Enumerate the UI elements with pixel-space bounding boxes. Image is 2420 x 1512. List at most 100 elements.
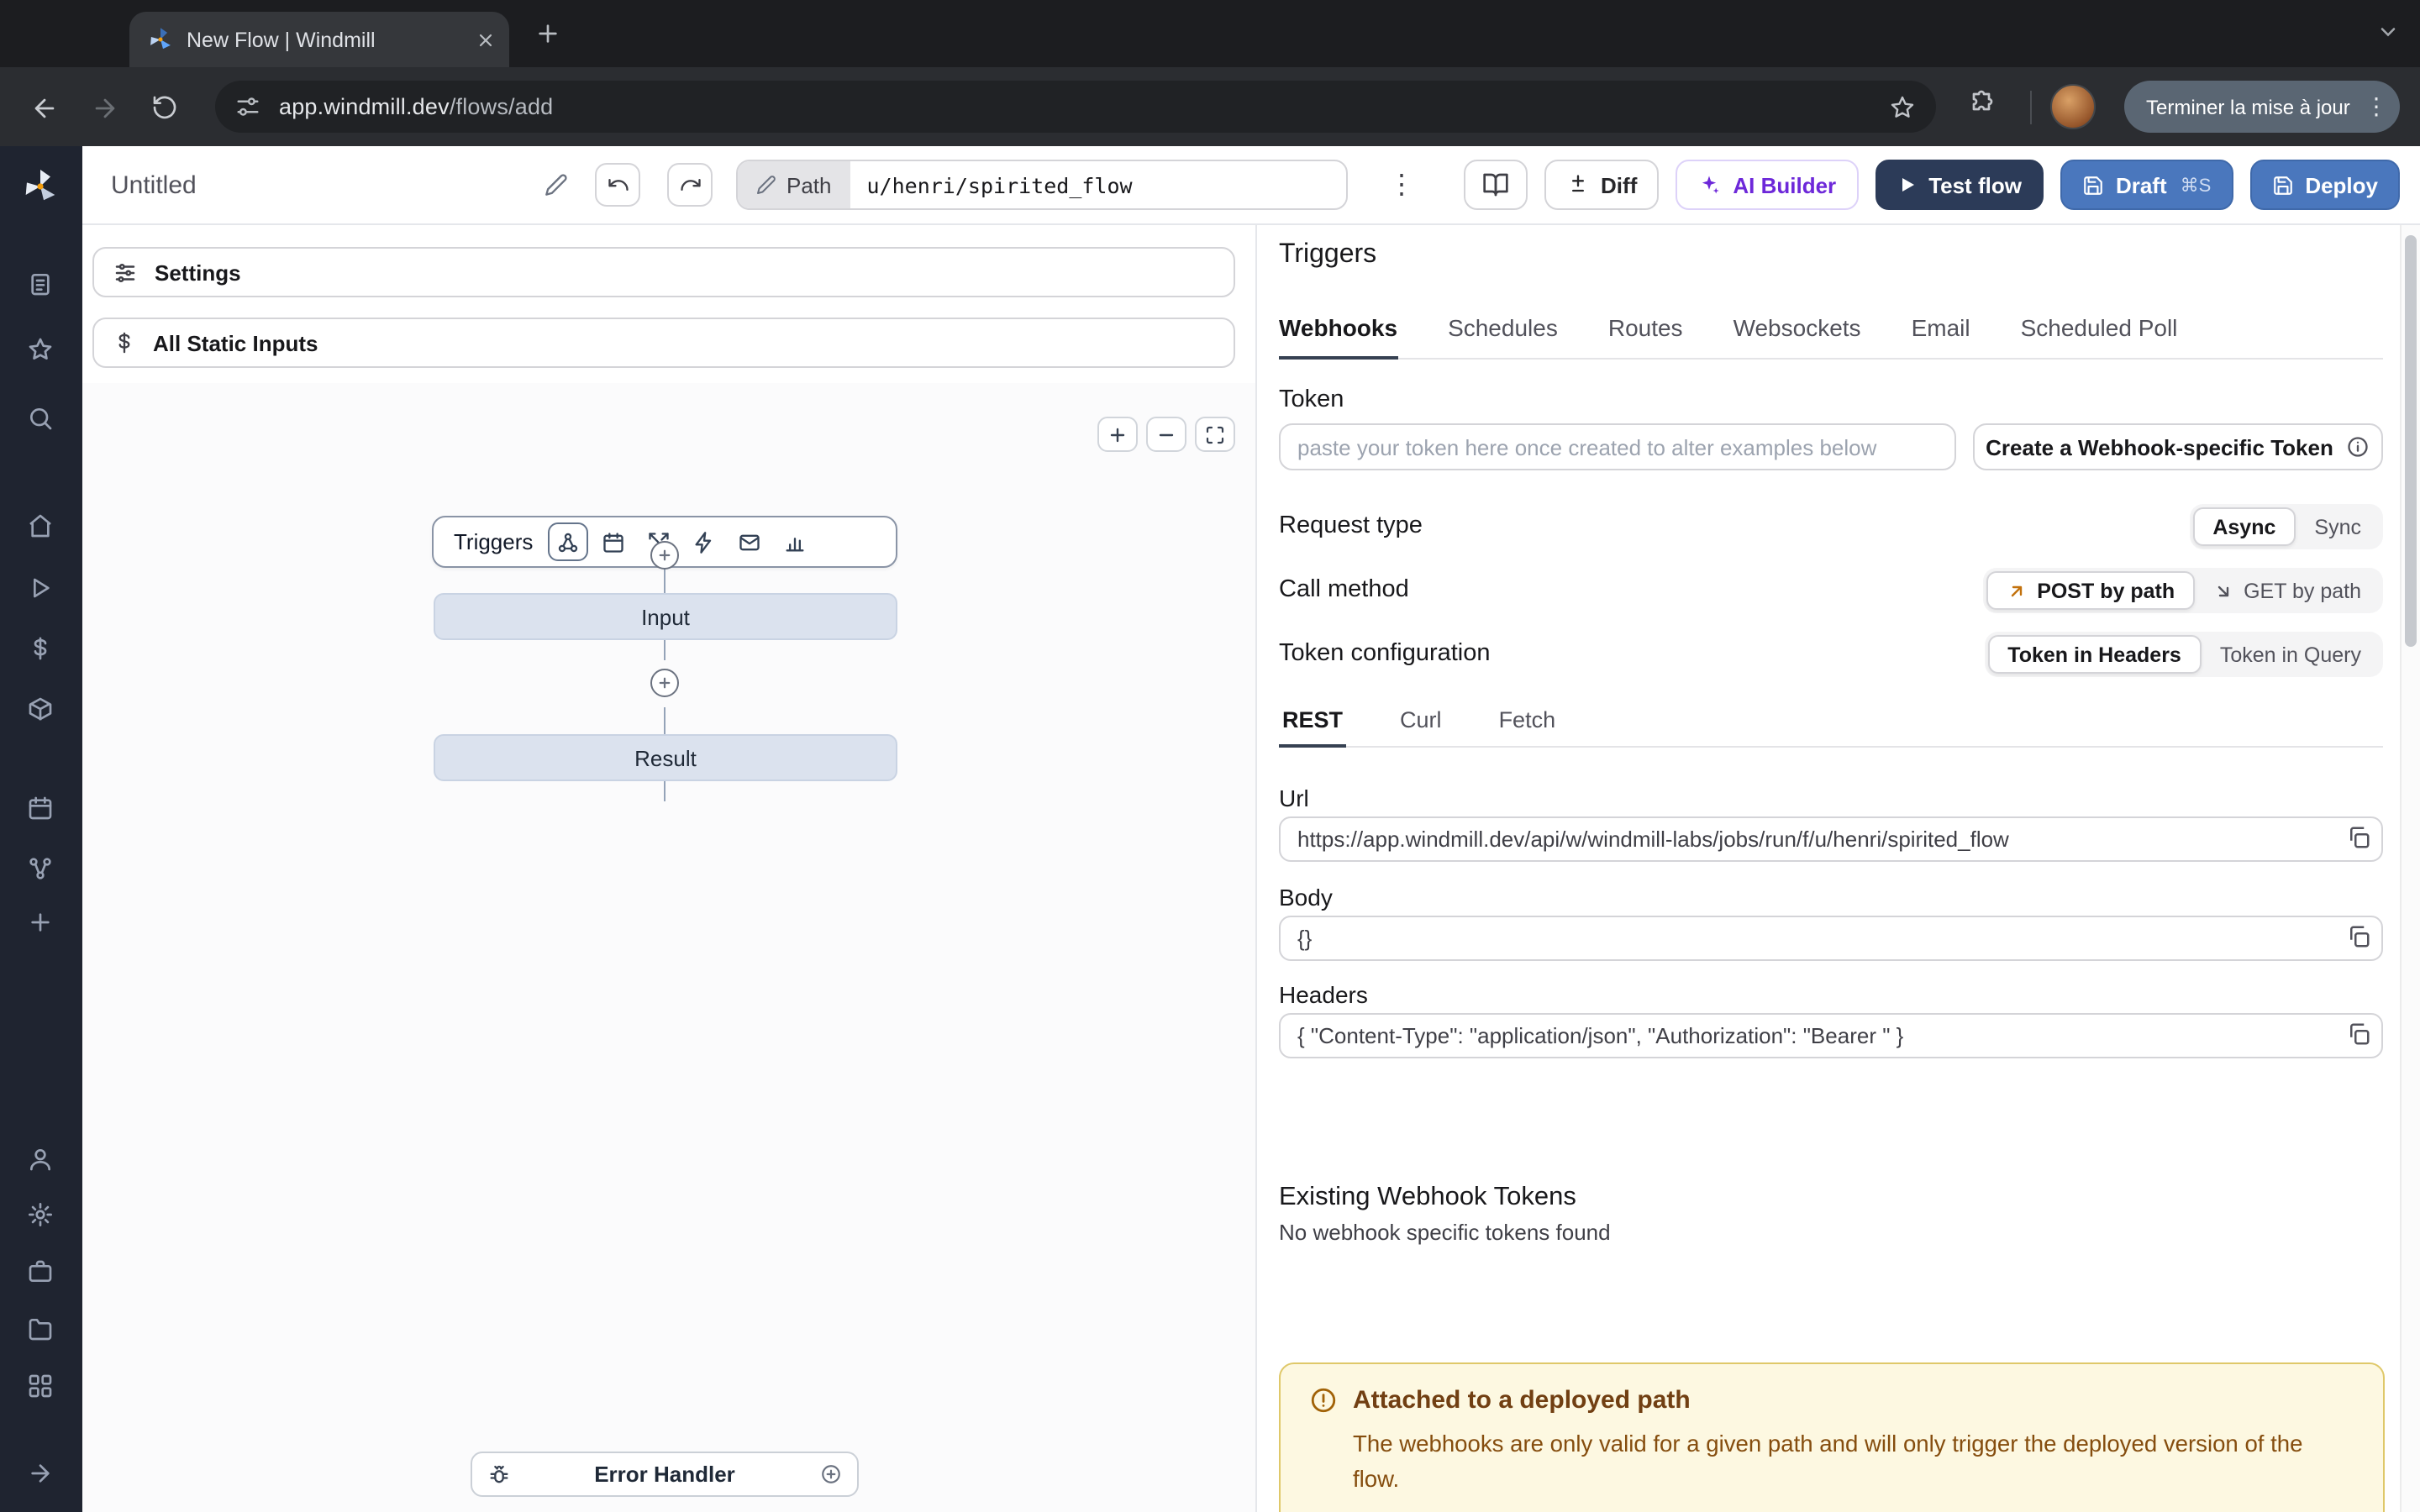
tab-email[interactable]: Email <box>1912 314 1970 360</box>
input-node[interactable]: Input <box>434 593 897 640</box>
deploy-button[interactable]: Deploy <box>2249 160 2400 210</box>
example-code-tabs: REST Curl Fetch <box>1279 704 2383 748</box>
bookmark-star-icon[interactable] <box>1889 93 1916 120</box>
add-step-top-button[interactable] <box>650 541 679 570</box>
test-flow-button[interactable]: Test flow <box>1875 160 2044 210</box>
sidebar-search-icon[interactable] <box>27 405 54 432</box>
body-value-input[interactable] <box>1279 916 2383 961</box>
browser-update-button[interactable]: Terminer la mise à jour ⋮ <box>2124 81 2400 133</box>
tab-schedules[interactable]: Schedules <box>1448 314 1558 360</box>
back-button[interactable] <box>20 84 67 131</box>
path-value[interactable]: u/henri/spirited_flow <box>850 161 1150 208</box>
error-handler-node[interactable]: Error Handler <box>471 1452 859 1497</box>
page-scrollbar[interactable] <box>2400 225 2420 1512</box>
canvas-zoom-controls <box>1097 417 1235 452</box>
browser-tab[interactable]: New Flow | Windmill <box>129 12 509 67</box>
headers-value-input[interactable] <box>1279 1013 2383 1058</box>
websocket-trigger-icon[interactable] <box>684 522 724 561</box>
fit-view-button[interactable] <box>1195 417 1235 452</box>
extensions-puzzle-icon[interactable] <box>1966 89 1996 119</box>
draft-button[interactable]: Draft ⌘S <box>2060 160 2233 210</box>
sidebar-apps-grid-icon[interactable] <box>27 1373 54 1399</box>
tab-close-icon[interactable] <box>476 29 496 50</box>
token-input[interactable] <box>1279 423 1956 470</box>
token-in-headers-option[interactable]: Token in Headers <box>1987 635 2202 674</box>
copy-url-icon[interactable] <box>2346 825 2371 850</box>
windmill-logo[interactable] <box>20 166 60 207</box>
create-token-button[interactable]: Create a Webhook-specific Token <box>1973 423 2383 470</box>
save-draft-icon <box>2082 174 2104 196</box>
result-node[interactable]: Result <box>434 734 897 781</box>
path-field[interactable]: Path u/henri/spirited_flow <box>736 160 1348 210</box>
zoom-in-button[interactable] <box>1097 417 1138 452</box>
tab-curl[interactable]: Curl <box>1397 707 1445 748</box>
sidebar-workers-icon[interactable] <box>27 1258 54 1285</box>
settings-accordion[interactable]: Settings <box>92 247 1235 297</box>
schedule-trigger-icon[interactable] <box>593 522 634 561</box>
sidebar-schedules-icon[interactable] <box>27 795 54 822</box>
ai-builder-button[interactable]: AI Builder <box>1676 160 1858 210</box>
forward-button[interactable] <box>81 84 128 131</box>
site-settings-icon[interactable] <box>235 94 260 119</box>
add-error-handler-button[interactable] <box>820 1463 842 1485</box>
webhook-trigger-icon[interactable] <box>548 522 588 561</box>
tab-search-chevron-icon[interactable] <box>2376 20 2400 44</box>
sidebar-resources-icon[interactable] <box>27 696 54 722</box>
sidebar-star-icon[interactable] <box>27 336 54 363</box>
tab-routes[interactable]: Routes <box>1608 314 1683 360</box>
deployed-path-warning: Attached to a deployed path The webhooks… <box>1279 1362 2385 1512</box>
trigger-tabs: Webhooks Schedules Routes Websockets Ema… <box>1279 302 2383 360</box>
url-value-input[interactable] <box>1279 816 2383 862</box>
sidebar-connections-icon[interactable] <box>27 855 54 882</box>
copy-body-icon[interactable] <box>2346 924 2371 949</box>
redo-button[interactable] <box>667 163 713 207</box>
email-trigger-icon[interactable] <box>729 522 770 561</box>
new-tab-button[interactable] <box>533 18 563 49</box>
flow-more-menu-icon[interactable]: ⋮ <box>1388 168 1415 202</box>
tab-fetch[interactable]: Fetch <box>1496 707 1560 748</box>
add-step-bottom-button[interactable] <box>650 669 679 697</box>
sync-option[interactable]: Sync <box>2296 507 2380 546</box>
flow-title[interactable]: Untitled <box>111 171 197 199</box>
sidebar-add-icon[interactable] <box>27 909 54 936</box>
result-node-label: Result <box>634 745 697 770</box>
diff-button[interactable]: Diff <box>1544 160 1659 210</box>
sidebar-expand-arrow-icon[interactable] <box>27 1460 54 1487</box>
dollar-icon <box>113 331 136 354</box>
zoom-out-button[interactable] <box>1146 417 1186 452</box>
browser-menu-icon[interactable]: ⋮ <box>2365 92 2388 121</box>
app-sidebar <box>0 146 82 1512</box>
static-inputs-accordion[interactable]: All Static Inputs <box>92 318 1235 368</box>
sidebar-user-icon[interactable] <box>27 1146 54 1173</box>
profile-avatar[interactable] <box>2050 84 2096 129</box>
docs-book-button[interactable] <box>1463 160 1527 210</box>
sidebar-runs-icon[interactable] <box>27 575 54 601</box>
tab-rest[interactable]: REST <box>1279 707 1346 748</box>
edit-title-pencil-icon[interactable] <box>544 173 568 197</box>
address-bar[interactable]: app.windmill.dev/flows/add <box>215 81 1936 133</box>
scheduled-poll-trigger-icon[interactable] <box>775 522 815 561</box>
token-in-query-option[interactable]: Token in Query <box>2202 635 2380 674</box>
windmill-favicon <box>148 27 173 52</box>
scrollbar-thumb[interactable] <box>2405 235 2417 647</box>
undo-button[interactable] <box>595 163 640 207</box>
request-type-label: Request type <box>1279 512 1423 539</box>
copy-headers-icon[interactable] <box>2346 1021 2371 1047</box>
sidebar-variables-icon[interactable] <box>27 635 54 662</box>
sidebar-home-icon[interactable] <box>27 512 54 539</box>
flow-graph-canvas[interactable]: Triggers Input Result <box>82 383 1255 1512</box>
get-by-path-option[interactable]: GET by path <box>2195 571 2380 610</box>
reload-button[interactable] <box>141 84 188 131</box>
tab-scheduled-poll[interactable]: Scheduled Poll <box>2021 314 2178 360</box>
post-by-path-option[interactable]: POST by path <box>1986 571 2195 610</box>
sidebar-folders-icon[interactable] <box>27 1315 54 1342</box>
sidebar-settings-gear-icon[interactable] <box>27 1201 54 1228</box>
path-chip[interactable]: Path <box>738 161 850 208</box>
sparkle-icon <box>1697 173 1721 197</box>
tab-websockets[interactable]: Websockets <box>1733 314 1861 360</box>
tab-webhooks[interactable]: Webhooks <box>1279 314 1397 360</box>
sidebar-clipboard-icon[interactable] <box>27 270 54 297</box>
token-configuration-toggle: Token in Headers Token in Query <box>1984 632 2383 677</box>
flow-editor-header: Untitled Path u/henri/spirited_flow ⋮ <box>82 146 2420 225</box>
async-option[interactable]: Async <box>2192 507 2296 546</box>
